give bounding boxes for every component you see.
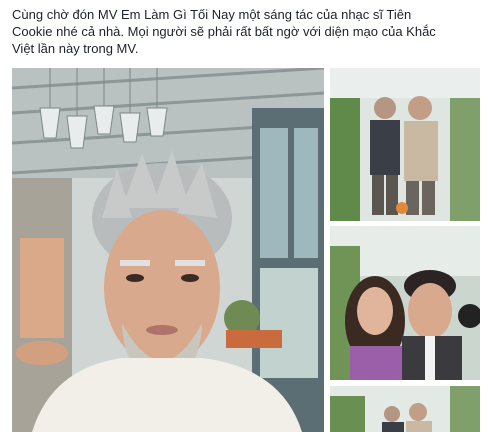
post-caption: Cùng chờ đón MV Em Làm Gì Tối Nay một sá…	[12, 6, 480, 57]
bottom-right-photo-image	[330, 386, 480, 432]
middle-right-photo[interactable]	[330, 226, 480, 380]
caption-line-2: Cookie nhé cả nhà. Mọi người sẽ phải rất…	[12, 24, 436, 39]
top-right-photo[interactable]	[330, 68, 480, 221]
caption-line-1: Cùng chờ đón MV Em Làm Gì Tối Nay một sá…	[12, 7, 412, 22]
middle-right-photo-image	[330, 226, 480, 380]
bottom-right-photo[interactable]	[330, 386, 480, 432]
top-right-photo-image	[330, 68, 480, 221]
caption-line-3: Việt lần này trong MV.	[12, 41, 139, 56]
main-photo-image	[12, 68, 324, 432]
main-photo[interactable]	[12, 68, 324, 432]
